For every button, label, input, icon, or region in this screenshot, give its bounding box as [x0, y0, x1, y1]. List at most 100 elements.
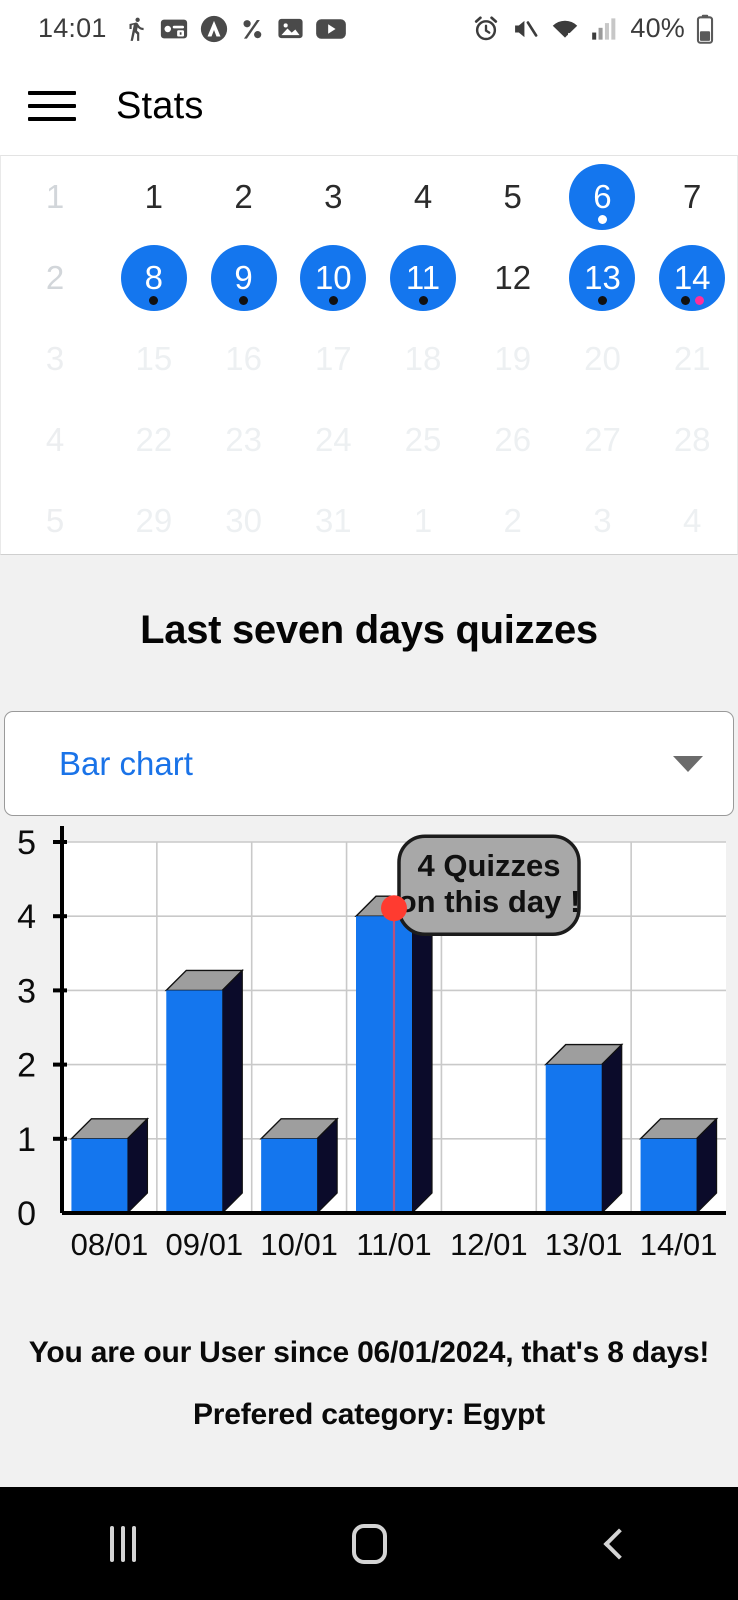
calendar-day-dot-black — [239, 295, 249, 305]
recents-icon — [110, 1525, 136, 1562]
calendar-day-cell[interactable]: 3 — [558, 480, 648, 561]
calendar-day-cell[interactable]: 9 — [199, 237, 289, 318]
chart-x-tick-label: 13/01 — [545, 1227, 623, 1262]
phone-screen: 14:01 40% Stats 1 1 2 3 4 5 6 7 2 8 9 10… — [0, 0, 738, 1600]
chart-y-tick-label: 4 — [17, 898, 36, 936]
calendar-day-cell[interactable]: 6 — [558, 156, 648, 237]
calendar-day-cell[interactable]: 25 — [378, 399, 468, 480]
calendar-day-label: 3 — [324, 178, 343, 215]
calendar-day-cell[interactable]: 4 — [378, 156, 468, 237]
calendar-day-label: 1 — [144, 178, 164, 215]
calendar-day-cell[interactable]: 21 — [647, 318, 737, 399]
chart-bar[interactable] — [638, 1117, 719, 1215]
calendar-day-cell[interactable]: 22 — [109, 399, 199, 480]
calendar-day-cell[interactable]: 24 — [288, 399, 378, 480]
calendar-day-cell[interactable]: 1 — [378, 480, 468, 561]
bar-chart[interactable]: 0 1 2 3 4 5 08/01 09/01 10/01 11/01 12/01 13/01 14/0… — [0, 820, 738, 1280]
back-button[interactable] — [540, 1487, 690, 1600]
calendar-day-cell[interactable]: 20 — [558, 318, 648, 399]
calendar-day-label: 30 — [225, 502, 262, 539]
chart-bar-side — [411, 894, 433, 1215]
calendar-day-selected: 14 — [659, 244, 726, 311]
calendar-day-cell[interactable]: 29 — [109, 480, 199, 561]
battery-icon — [696, 14, 714, 44]
calendar-day-label: 12 — [494, 259, 532, 296]
calendar-week-number: 4 — [45, 420, 65, 458]
calendar-day-dot-black — [418, 295, 428, 305]
calendar-day-cell[interactable]: 23 — [199, 399, 289, 480]
calendar-day-cell[interactable]: 15 — [109, 318, 199, 399]
calendar-day-cell[interactable]: 8 — [109, 237, 199, 318]
chart-bar-front — [545, 1064, 602, 1213]
calendar-day-label: 31 — [314, 502, 352, 539]
calendar-day-cell[interactable]: 26 — [468, 399, 558, 480]
chart-highlight-marker[interactable] — [381, 895, 407, 922]
calendar-day-cell[interactable]: 18 — [378, 318, 468, 399]
calendar-week-row: 4 22 23 24 25 26 27 28 — [1, 399, 737, 480]
android-nav-bar — [0, 1487, 738, 1600]
calendar-week-row: 3 15 16 17 18 19 20 21 — [1, 318, 737, 399]
calendar-day-dot-black — [680, 295, 690, 305]
calendar-day-cell[interactable]: 31 — [288, 480, 378, 561]
calendar-week-row: 2 8 9 10 11 12 13 14 — [1, 237, 737, 318]
calendar-day-cell[interactable]: 2 — [199, 156, 289, 237]
calendar-day-label: 28 — [673, 421, 711, 458]
calendar-day-cell[interactable]: 2 — [468, 480, 558, 561]
chart-bar-front — [71, 1138, 128, 1213]
calendar-day-cell[interactable]: 16 — [199, 318, 289, 399]
chart-y-tick-label: 3 — [17, 972, 36, 1010]
calendar-day-selected: 13 — [569, 244, 636, 311]
calendar-day-cell[interactable]: 7 — [647, 156, 737, 237]
app-bar: Stats — [0, 57, 738, 155]
calendar-day-label: 27 — [584, 421, 621, 458]
status-bar-system-icons: 40% — [472, 13, 714, 44]
calendar-day-cell[interactable]: 19 — [468, 318, 558, 399]
signal-icon — [591, 16, 617, 42]
back-icon — [603, 1527, 635, 1560]
wifi-icon — [550, 16, 580, 42]
chart-x-tick-label: 14/01 — [640, 1227, 718, 1262]
calendar-day-cell[interactable]: 10 — [288, 237, 378, 318]
youtube-icon — [315, 16, 347, 42]
home-button[interactable] — [294, 1487, 444, 1600]
preferred-category-text: Prefered category: Egypt — [193, 1398, 545, 1431]
calendar-day-cell[interactable]: 4 — [647, 480, 737, 561]
calendar-day-cell[interactable]: 1 — [109, 156, 199, 237]
chart-bar[interactable] — [259, 1117, 339, 1215]
calendar-day-dots — [390, 295, 456, 305]
calendar-day-cell[interactable]: 12 — [468, 237, 558, 318]
calendar-week-row: 5 29 30 31 1 2 3 4 — [1, 480, 737, 561]
calendar-day-cell[interactable]: 3 — [288, 156, 378, 237]
chart-bar[interactable] — [164, 968, 244, 1215]
chart-type-select[interactable]: Bar chart — [4, 711, 734, 816]
calendar-day-selected: 8 — [120, 244, 187, 311]
calendar-day-label: 2 — [503, 502, 522, 539]
chevron-down-icon — [673, 755, 703, 772]
calendar-day-dot-black — [597, 295, 607, 305]
hamburger-menu-icon[interactable] — [28, 88, 76, 124]
calendar-day-label: 19 — [494, 340, 532, 377]
calendar-day-cell[interactable]: 28 — [647, 399, 737, 480]
recents-button[interactable] — [48, 1487, 198, 1600]
chart-x-tick-label: 10/01 — [260, 1227, 338, 1262]
calendar-day-label: 25 — [404, 421, 442, 458]
calendar-day-cell[interactable]: 30 — [199, 480, 289, 561]
calendar-day-cell[interactable]: 13 — [558, 237, 648, 318]
calendar-day-dot-pink — [694, 295, 704, 305]
calendar-day-cell[interactable]: 5 — [468, 156, 558, 237]
chart-tooltip-line: on this day ! — [398, 884, 581, 919]
chart-bar[interactable] — [544, 1043, 624, 1215]
chart-bar[interactable] — [69, 1117, 150, 1215]
calendar-day-cell[interactable]: 14 — [647, 237, 737, 318]
chart-y-tick-label: 0 — [17, 1195, 36, 1233]
circle-a-icon — [199, 14, 229, 44]
calendar-day-cell[interactable]: 11 — [378, 237, 468, 318]
calendar-day-label: 16 — [225, 340, 262, 377]
chart-type-value: Bar chart — [59, 744, 193, 782]
calendar-grid[interactable]: 1 1 2 3 4 5 6 7 2 8 9 10 11 12 13 14 3 15 16 17 18 19 20 21 4 22 2… — [0, 155, 738, 555]
calendar-day-cell[interactable]: 27 — [558, 399, 648, 480]
calendar-day-cell[interactable]: 17 — [288, 318, 378, 399]
calendar-day-label: 1 — [413, 502, 433, 539]
percent-icon — [239, 14, 266, 44]
hiking-icon — [123, 14, 149, 44]
